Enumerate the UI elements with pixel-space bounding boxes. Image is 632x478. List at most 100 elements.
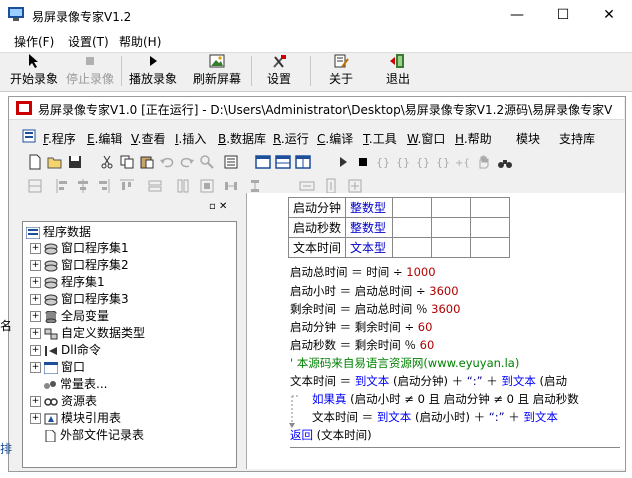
undo-icon[interactable] bbox=[158, 153, 176, 171]
align-center-icon[interactable] bbox=[74, 177, 92, 195]
tree-root[interactable]: 程序数据 bbox=[26, 223, 91, 240]
run-icon[interactable] bbox=[334, 153, 352, 171]
breakpoint-icon[interactable]: +{} bbox=[454, 153, 472, 171]
code-line[interactable]: 文本时间 ＝ 到文本 (启动小时) ＋ “:” ＋ 到文本 bbox=[312, 409, 558, 425]
code-line[interactable]: 启动秒数 ＝ 剩余时间 ％ 60 bbox=[290, 337, 434, 353]
tree-item-window-assembly-3[interactable]: + 窗口程序集3 bbox=[30, 290, 129, 307]
same-size-icon[interactable] bbox=[198, 177, 216, 195]
align-right-icon[interactable] bbox=[94, 177, 112, 195]
tree-item-external-files[interactable]: 外部文件记录表 bbox=[43, 426, 144, 443]
tree-label: 资源表 bbox=[61, 394, 98, 408]
table-row[interactable]: 文本时间 文本型 bbox=[287, 237, 511, 258]
code-line[interactable]: 剩余时间 ＝ 启动总时间 ％ 3600 bbox=[290, 301, 460, 317]
hand-icon[interactable] bbox=[474, 153, 492, 171]
binoculars-icon[interactable] bbox=[496, 153, 514, 171]
code-line[interactable]: 启动总时间 ＝ 时间 ÷ 1000 bbox=[290, 264, 436, 280]
expand-icon[interactable]: + bbox=[30, 413, 41, 424]
code-line[interactable]: 文本时间 ＝ 到文本 (启动分钟) ＋ “:” ＋ 到文本 (启动 bbox=[290, 373, 567, 389]
space-horizontal-icon[interactable] bbox=[222, 177, 240, 195]
tree-label: 全局变量 bbox=[61, 309, 110, 323]
copy-icon[interactable] bbox=[118, 153, 136, 171]
code-number: 60 bbox=[417, 320, 433, 334]
refresh-screen-button[interactable]: 刷新屏幕 bbox=[190, 54, 244, 88]
about-button[interactable]: 关于 bbox=[320, 54, 362, 88]
tree-item-assembly-1[interactable]: + 程序集1 bbox=[30, 273, 105, 290]
expand-icon[interactable]: + bbox=[30, 311, 41, 322]
expand-icon[interactable]: + bbox=[30, 294, 41, 305]
menu-help[interactable]: 帮助(H) bbox=[119, 33, 161, 50]
start-record-button[interactable]: 开始录象 bbox=[8, 54, 60, 88]
flow-line bbox=[289, 395, 300, 428]
ide-menu-support-lib[interactable]: 支持库 bbox=[559, 130, 595, 147]
ide-menu-database[interactable]: B.数据库 bbox=[218, 130, 266, 147]
ide-menu-tools[interactable]: T.工具 bbox=[363, 130, 397, 147]
layout-single-icon[interactable] bbox=[254, 153, 272, 171]
open-folder-icon[interactable] bbox=[46, 153, 64, 171]
tree-label: 程序集1 bbox=[61, 275, 105, 289]
tree-item-window-assembly-2[interactable]: + 窗口程序集2 bbox=[30, 256, 129, 273]
ide-menu-window[interactable]: W.窗口 bbox=[407, 130, 445, 147]
step-into-icon[interactable]: {} bbox=[374, 153, 392, 171]
save-icon[interactable] bbox=[66, 153, 84, 171]
run-to-cursor-icon[interactable]: {} bbox=[434, 153, 452, 171]
ide-menu-run[interactable]: R.运行 bbox=[273, 130, 309, 147]
close-button[interactable]: ✕ bbox=[586, 0, 632, 30]
ide-menu-program[interactable]: F.程序 bbox=[43, 130, 76, 147]
step-out-icon[interactable]: {} bbox=[414, 153, 432, 171]
align-top-icon[interactable] bbox=[118, 177, 136, 195]
ide-menu-compile[interactable]: C.编译 bbox=[317, 130, 353, 147]
tree-item-resources[interactable]: + 资源表 bbox=[30, 392, 97, 409]
tree-item-module-refs[interactable]: + 模块引用表 bbox=[30, 409, 121, 426]
code-line[interactable]: 如果真 (启动小时 ≠ 0 且 启动分钟 ≠ 0 且 启动秒数 bbox=[312, 391, 579, 407]
layout-columns-icon[interactable] bbox=[294, 153, 312, 171]
minimize-button[interactable]: — bbox=[494, 0, 540, 30]
same-height-icon[interactable] bbox=[174, 177, 192, 195]
table-row[interactable]: 启动秒数 整数型 bbox=[287, 217, 511, 238]
tree-item-custom-types[interactable]: + 自定义数据类型 bbox=[30, 324, 145, 341]
settings-button[interactable]: 设置 bbox=[258, 54, 300, 88]
ide-menu-insert[interactable]: I.插入 bbox=[175, 130, 206, 147]
code-line[interactable]: 返回 (文本时间) bbox=[290, 427, 372, 443]
paste-icon[interactable] bbox=[138, 153, 156, 171]
align-grid-icon[interactable] bbox=[26, 177, 44, 195]
expand-icon[interactable]: + bbox=[30, 260, 41, 271]
ide-menu-edit[interactable]: E.编辑 bbox=[87, 130, 122, 147]
stop-record-button[interactable]: 停止录像 bbox=[64, 54, 116, 88]
tree-item-dll-commands[interactable]: + Dll命令 bbox=[30, 341, 101, 358]
tree-item-global-vars[interactable]: + 全局变量 bbox=[30, 307, 109, 324]
tree-item-window-assembly-1[interactable]: + 窗口程序集1 bbox=[30, 239, 129, 256]
tree-item-constants[interactable]: 常量表... bbox=[43, 375, 107, 392]
code-line[interactable]: 启动分钟 ＝ 剩余时间 ÷ 60 bbox=[290, 319, 432, 335]
ide-menu-view[interactable]: V.查看 bbox=[131, 130, 166, 147]
menu-settings[interactable]: 设置(T) bbox=[68, 33, 109, 50]
code-text: 剩余时间 ＝ 启动总时间 ％ bbox=[290, 302, 432, 316]
align-left-icon[interactable] bbox=[54, 177, 72, 195]
play-record-button[interactable]: 播放录象 bbox=[126, 54, 180, 88]
expand-icon[interactable]: + bbox=[30, 277, 41, 288]
layout-split-icon[interactable] bbox=[274, 153, 292, 171]
expand-icon[interactable]: + bbox=[30, 243, 41, 254]
table-row[interactable]: 启动分钟 整数型 bbox=[287, 197, 511, 218]
code-comment[interactable]: ' 本源码来自易语言资源网(www.eyuyan.la) bbox=[290, 355, 519, 371]
expand-icon[interactable]: + bbox=[30, 328, 41, 339]
tree-item-windows[interactable]: + 窗口 bbox=[30, 358, 85, 375]
step-over-icon[interactable]: {} bbox=[394, 153, 412, 171]
maximize-button[interactable]: ☐ bbox=[540, 0, 586, 30]
expand-icon[interactable]: + bbox=[30, 396, 41, 407]
find-icon[interactable] bbox=[198, 153, 216, 171]
cut-icon[interactable] bbox=[98, 153, 116, 171]
ide-menu-help[interactable]: H.帮助 bbox=[455, 130, 492, 147]
menu-operate[interactable]: 操作(F) bbox=[14, 33, 54, 50]
print-preview-icon[interactable] bbox=[222, 153, 240, 171]
ide-menu-module[interactable]: 模块 bbox=[516, 130, 540, 147]
expand-icon[interactable]: + bbox=[30, 362, 41, 373]
same-width-icon[interactable] bbox=[146, 177, 164, 195]
expand-icon[interactable]: + bbox=[30, 345, 41, 356]
code-line[interactable]: 启动小时 ＝ 启动总时间 ÷ 3600 bbox=[290, 283, 459, 299]
stop-run-icon[interactable] bbox=[354, 153, 372, 171]
panel-controls[interactable]: ▫ ✕ bbox=[209, 201, 227, 212]
exit-button[interactable]: 退出 bbox=[377, 54, 419, 88]
new-file-icon[interactable] bbox=[26, 153, 44, 171]
redo-icon[interactable] bbox=[178, 153, 196, 171]
class-module-icon bbox=[44, 243, 58, 254]
